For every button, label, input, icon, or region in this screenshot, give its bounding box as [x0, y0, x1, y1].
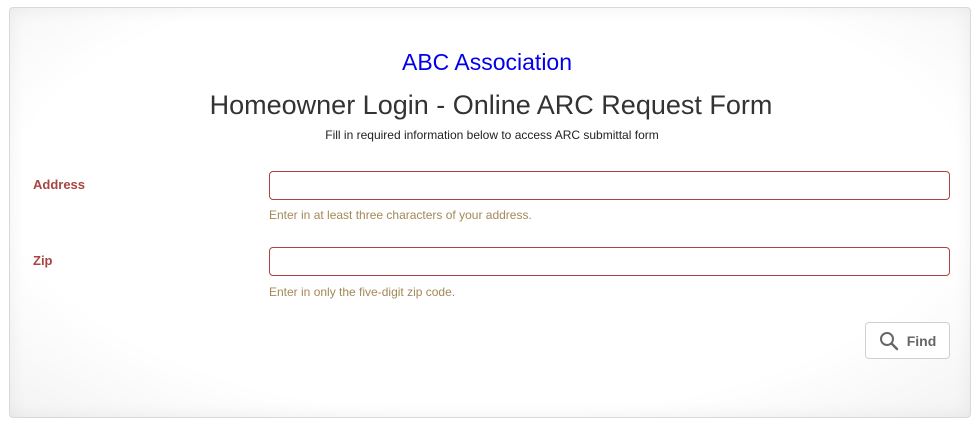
login-panel: ABC Association Homeowner Login - Online… — [9, 7, 971, 418]
page-subtitle: Fill in required information below to ac… — [325, 128, 659, 142]
find-button[interactable]: Find — [865, 322, 950, 359]
search-icon — [879, 331, 899, 351]
zip-input[interactable] — [269, 247, 950, 276]
address-input[interactable] — [269, 171, 950, 200]
association-name: ABC Association — [401, 49, 573, 75]
zip-help-text: Enter in only the five-digit zip code. — [269, 285, 456, 299]
address-label: Address — [33, 177, 86, 192]
find-button-label: Find — [906, 332, 937, 349]
zip-label: Zip — [33, 253, 53, 268]
page-title: Homeowner Login - Online ARC Request For… — [209, 90, 773, 120]
address-help-text: Enter in at least three characters of yo… — [269, 208, 532, 222]
